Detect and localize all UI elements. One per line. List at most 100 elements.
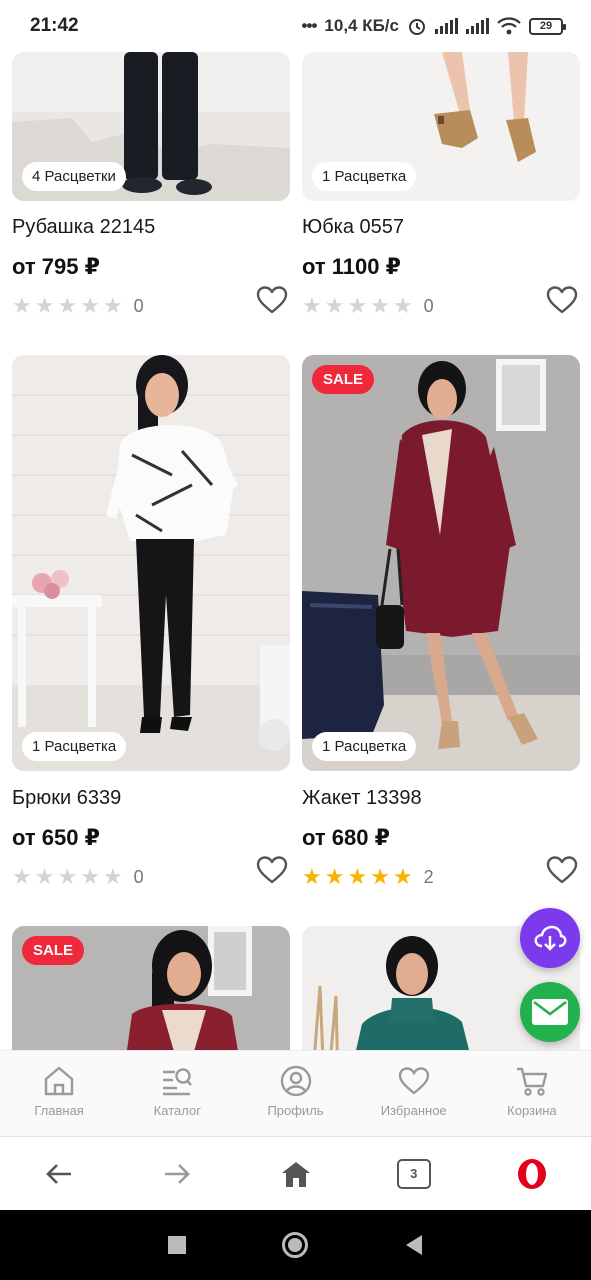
home-button[interactable] <box>236 1137 354 1211</box>
nav-label: Главная <box>34 1103 84 1118</box>
star-icon: ★ <box>324 293 345 318</box>
star-icon: ★ <box>302 293 322 318</box>
network-speed: 10,4 КБ/с <box>324 16 399 35</box>
product-image[interactable]: SALE 1 Расцветка <box>302 355 580 771</box>
battery-icon: 29 <box>529 17 566 35</box>
variants-badge: 1 Расцветка <box>22 732 127 761</box>
signal-icon <box>435 18 458 34</box>
product-card[interactable]: 1 Расцветка Брюки 6339 от 650 ₽ ★ ★ ★ ★ … <box>12 355 290 895</box>
cloud-download-icon <box>534 925 567 951</box>
android-home-button[interactable] <box>281 1232 308 1258</box>
product-grid: 4 Расцветки Рубашка 22145 от 795 ₽ ★ ★ ★… <box>0 0 591 1050</box>
star-icon: ★ <box>347 864 368 889</box>
cart-icon <box>516 1067 548 1096</box>
rating: ★ ★ ★ ★ ★ 0 <box>302 295 434 317</box>
product-card[interactable]: SALE <box>12 926 290 1050</box>
wifi-icon <box>497 17 521 35</box>
recents-button[interactable] <box>167 1236 186 1254</box>
nav-label: Профиль <box>267 1103 324 1118</box>
product-name[interactable]: Брюки 6339 <box>12 787 121 810</box>
cloud-download-button[interactable] <box>520 908 580 968</box>
product-price: от 680 ₽ <box>302 825 390 850</box>
arrow-right-icon <box>165 1163 191 1184</box>
sale-badge: SALE <box>312 365 375 394</box>
nav-item-cart[interactable]: Корзина <box>473 1051 591 1136</box>
product-price: от 650 ₽ <box>12 825 100 850</box>
status-bar: 21:42 ••• 10,4 КБ/с 29 <box>0 0 591 52</box>
star-icon: ★ <box>102 293 123 318</box>
product-card[interactable]: SALE 1 Расцветка Жакет 13398 от 680 ₽ ★ … <box>302 355 580 895</box>
product-name[interactable]: Рубашка 22145 <box>12 216 155 239</box>
back-button[interactable] <box>0 1137 118 1211</box>
bottom-app-nav: Главная Каталог Профиль Избранное Корзин… <box>0 1050 591 1136</box>
review-count: 0 <box>423 295 434 316</box>
star-icon: ★ <box>80 864 100 889</box>
star-icon: ★ <box>34 293 55 318</box>
favorite-heart-icon[interactable] <box>546 285 578 315</box>
star-icon: ★ <box>80 293 100 318</box>
screen: 4 Расцветки Рубашка 22145 от 795 ₽ ★ ★ ★… <box>0 0 591 1280</box>
nav-item-catalog[interactable]: Каталог <box>118 1051 236 1136</box>
forward-button[interactable] <box>118 1137 236 1211</box>
star-icon: ★ <box>302 864 322 889</box>
product-image[interactable]: 4 Расцветки <box>12 52 290 201</box>
star-icon: ★ <box>324 864 345 889</box>
review-count: 0 <box>133 295 144 316</box>
rating: ★ ★ ★ ★ ★ 0 <box>12 866 144 888</box>
product-image[interactable]: 1 Расцветка <box>12 355 290 771</box>
nav-label: Корзина <box>507 1103 557 1118</box>
tabs-button[interactable]: 3 <box>355 1137 473 1211</box>
catalog-search-icon <box>163 1068 193 1096</box>
nav-label: Избранное <box>380 1103 447 1118</box>
mail-icon <box>532 999 568 1025</box>
browser-toolbar: 3 <box>0 1136 591 1210</box>
star-icon: ★ <box>57 864 78 889</box>
mail-button[interactable] <box>520 982 580 1042</box>
product-image[interactable]: 1 Расцветка <box>302 52 580 201</box>
signal-icon <box>466 18 489 34</box>
variants-badge: 1 Расцветка <box>312 732 417 761</box>
product-name[interactable]: Юбка 0557 <box>302 216 404 239</box>
rating: ★ ★ ★ ★ ★ 2 <box>302 866 434 888</box>
product-price: от 795 ₽ <box>12 254 100 279</box>
home-dot-icon <box>287 1238 302 1252</box>
product-image[interactable]: SALE <box>12 926 290 1050</box>
star-icon: ★ <box>102 864 123 889</box>
opera-logo-icon <box>517 1158 546 1189</box>
android-back-button[interactable] <box>404 1234 424 1256</box>
star-icon: ★ <box>392 293 413 318</box>
status-indicators: ••• 10,4 КБ/с 29 <box>301 16 566 36</box>
product-name[interactable]: Жакет 13398 <box>302 787 422 810</box>
sale-badge: SALE <box>22 936 85 965</box>
star-icon: ★ <box>12 864 32 889</box>
heart-icon <box>398 1067 429 1095</box>
review-count: 0 <box>133 866 144 887</box>
star-icon: ★ <box>57 293 78 318</box>
star-icon: ★ <box>347 293 368 318</box>
nav-item-home[interactable]: Главная <box>0 1051 118 1136</box>
alarm-icon <box>409 19 425 35</box>
favorite-heart-icon[interactable] <box>256 855 288 885</box>
home-filled-icon <box>281 1161 310 1187</box>
tabs-icon: 3 <box>396 1158 431 1189</box>
star-icon: ★ <box>392 864 413 889</box>
nav-item-favorites[interactable]: Избранное <box>355 1051 473 1136</box>
tab-count: 3 <box>410 1166 418 1181</box>
favorite-heart-icon[interactable] <box>256 285 288 315</box>
star-icon: ★ <box>12 293 32 318</box>
favorite-heart-icon[interactable] <box>546 855 578 885</box>
home-icon <box>44 1066 74 1096</box>
variants-badge: 1 Расцветка <box>312 162 417 191</box>
star-icon: ★ <box>370 864 390 889</box>
more-dots-icon: ••• <box>301 16 318 35</box>
star-icon: ★ <box>34 864 55 889</box>
status-time: 21:42 <box>30 15 79 36</box>
profile-icon <box>280 1065 311 1097</box>
opera-menu-button[interactable] <box>473 1137 591 1211</box>
arrow-left-icon <box>46 1163 72 1184</box>
variants-badge: 4 Расцветки <box>22 162 126 191</box>
android-nav-bar <box>0 1210 591 1280</box>
nav-label: Каталог <box>153 1103 201 1118</box>
review-count: 2 <box>423 866 434 887</box>
nav-item-profile[interactable]: Профиль <box>236 1051 354 1136</box>
